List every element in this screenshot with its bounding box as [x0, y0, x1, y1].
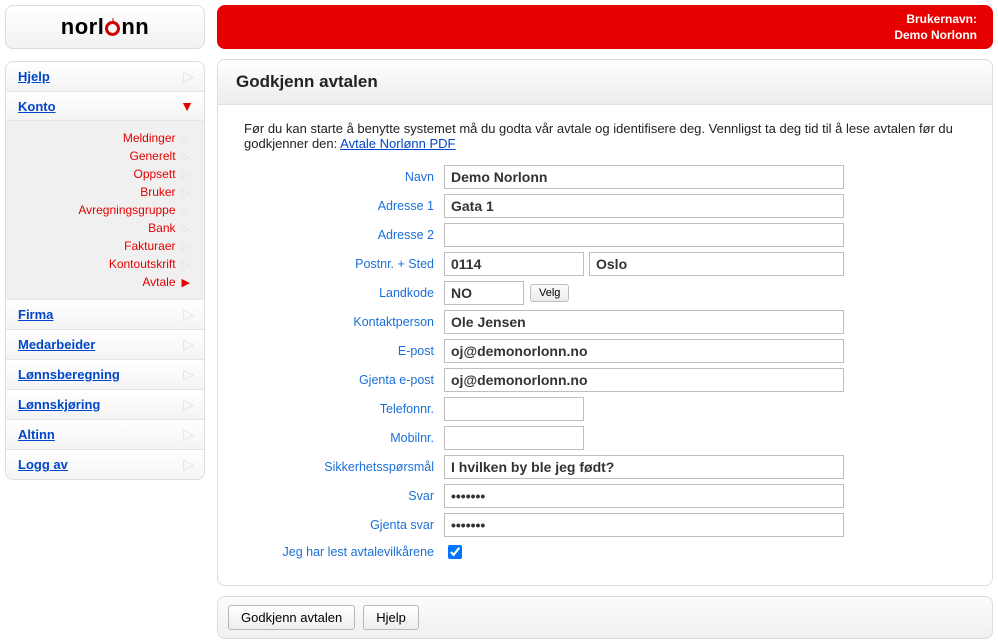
nav-item-loggav[interactable]: Logg av ▷ — [6, 450, 204, 479]
postnr-input[interactable] — [444, 252, 584, 276]
agreement-panel: Godkjenn avtalen Før du kan starte å ben… — [217, 59, 993, 586]
label-spm: Sikkerhetsspørsmål — [244, 460, 444, 474]
brand-logo: norlnn — [5, 5, 205, 49]
chevron-right-icon: ▷ — [182, 222, 190, 235]
epost-input[interactable] — [444, 339, 844, 363]
nav-label: Lønnsberegning — [18, 367, 120, 382]
intro-text: Før du kan starte å benytte systemet må … — [244, 121, 966, 151]
chevron-right-icon: ▷ — [183, 306, 194, 323]
label-mob: Mobilnr. — [244, 431, 444, 445]
telefon-input[interactable] — [444, 397, 584, 421]
nav-label: Logg av — [18, 457, 68, 472]
side-nav: Hjelp ▷ Konto ▼ Meldinger▷ Generelt▷ Opp… — [5, 61, 205, 480]
label-svar: Svar — [244, 489, 444, 503]
navn-input[interactable] — [444, 165, 844, 189]
user-banner: Brukernavn: Demo Norlonn — [217, 5, 993, 49]
chevron-right-icon: ▷ — [183, 456, 194, 473]
label-kontakt: Kontaktperson — [244, 315, 444, 329]
chevron-right-icon: ▷ — [183, 366, 194, 383]
nav-label: Medarbeider — [18, 337, 95, 352]
sub-item-bruker[interactable]: Bruker▷ — [18, 183, 190, 201]
panel-title: Godkjenn avtalen — [218, 60, 992, 105]
label-epost: E-post — [244, 344, 444, 358]
nav-item-lonnskjoring[interactable]: Lønnskjøring ▷ — [6, 390, 204, 420]
nav-label: Lønnskjøring — [18, 397, 100, 412]
user-label: Brukernavn: — [906, 11, 977, 27]
help-button[interactable]: Hjelp — [363, 605, 419, 630]
nav-label: Hjelp — [18, 69, 50, 84]
nav-label: Firma — [18, 307, 53, 322]
logo-ring-icon — [105, 21, 120, 36]
chevron-right-icon: ▷ — [182, 150, 190, 163]
mobil-input[interactable] — [444, 426, 584, 450]
agreement-pdf-link[interactable]: Avtale Norlønn PDF — [340, 136, 455, 151]
label-navn: Navn — [244, 170, 444, 184]
sub-item-kontoutskrift[interactable]: Kontoutskrift▷ — [18, 255, 190, 273]
chevron-right-icon: ▷ — [182, 204, 190, 217]
chevron-right-icon: ▷ — [182, 258, 190, 271]
footer-actions: Godkjenn avtalen Hjelp — [217, 596, 993, 639]
nav-item-hjelp[interactable]: Hjelp ▷ — [6, 62, 204, 92]
adresse1-input[interactable] — [444, 194, 844, 218]
nav-item-lonnsberegning[interactable]: Lønnsberegning ▷ — [6, 360, 204, 390]
nav-label: Altinn — [18, 427, 55, 442]
label-epost2: Gjenta e-post — [244, 373, 444, 387]
chevron-right-icon: ▷ — [182, 240, 190, 253]
sub-item-meldinger[interactable]: Meldinger▷ — [18, 129, 190, 147]
approve-button[interactable]: Godkjenn avtalen — [228, 605, 355, 630]
user-name: Demo Norlonn — [894, 27, 977, 43]
chevron-right-icon: ▷ — [183, 426, 194, 443]
nav-item-konto[interactable]: Konto ▼ — [6, 92, 204, 121]
label-adr1: Adresse 1 — [244, 199, 444, 213]
label-adr2: Adresse 2 — [244, 228, 444, 242]
sub-item-avregningsgruppe[interactable]: Avregningsgruppe▷ — [18, 201, 190, 219]
nav-label: Konto — [18, 99, 56, 114]
epost-repeat-input[interactable] — [444, 368, 844, 392]
adresse2-input[interactable] — [444, 223, 844, 247]
nav-item-firma[interactable]: Firma ▷ — [6, 300, 204, 330]
terms-checkbox[interactable] — [448, 545, 462, 559]
sikkerhetsspm-input[interactable] — [444, 455, 844, 479]
nav-item-altinn[interactable]: Altinn ▷ — [6, 420, 204, 450]
svar-input[interactable] — [444, 484, 844, 508]
svar-repeat-input[interactable] — [444, 513, 844, 537]
sted-input[interactable] — [589, 252, 844, 276]
chevron-right-icon: ▷ — [183, 396, 194, 413]
label-tel: Telefonnr. — [244, 402, 444, 416]
nav-sub-konto: Meldinger▷ Generelt▷ Oppsett▷ Bruker▷ Av… — [6, 121, 204, 300]
label-landkode: Landkode — [244, 286, 444, 300]
chevron-right-icon: ▷ — [182, 132, 190, 145]
chevron-right-icon: ▷ — [182, 168, 190, 181]
nav-item-medarbeider[interactable]: Medarbeider ▷ — [6, 330, 204, 360]
sub-item-fakturaer[interactable]: Fakturaer▷ — [18, 237, 190, 255]
label-svar2: Gjenta svar — [244, 518, 444, 532]
chevron-right-icon: ▷ — [182, 186, 190, 199]
sub-item-generelt[interactable]: Generelt▷ — [18, 147, 190, 165]
label-chk: Jeg har lest avtalevilkårene — [244, 545, 444, 559]
chevron-right-icon: ▷ — [183, 68, 194, 85]
sub-item-oppsett[interactable]: Oppsett▷ — [18, 165, 190, 183]
chevron-right-icon: ▶ — [182, 276, 190, 289]
velg-button[interactable]: Velg — [530, 284, 569, 302]
chevron-right-icon: ▷ — [183, 336, 194, 353]
chevron-down-icon: ▼ — [180, 98, 194, 114]
sub-item-bank[interactable]: Bank▷ — [18, 219, 190, 237]
kontaktperson-input[interactable] — [444, 310, 844, 334]
sub-item-avtale[interactable]: Avtale▶ — [18, 273, 190, 291]
landkode-input[interactable] — [444, 281, 524, 305]
label-postnr: Postnr. + Sted — [244, 257, 444, 271]
